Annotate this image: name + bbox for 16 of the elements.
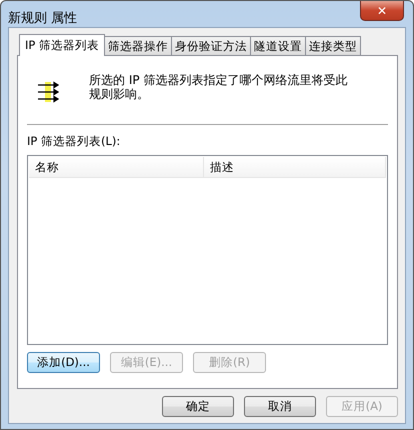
button[interactable]: 确定 xyxy=(162,396,234,417)
column-header[interactable]: 描述 xyxy=(204,157,386,177)
tab[interactable]: 筛选器操作 xyxy=(104,36,172,55)
window-title: 新规则 属性 xyxy=(8,10,78,27)
tab[interactable]: IP 筛选器列表 xyxy=(19,34,105,56)
button[interactable]: 取消 xyxy=(244,396,316,417)
tab[interactable]: 连接类型 xyxy=(304,36,361,55)
column-header[interactable]: 名称 xyxy=(29,157,204,177)
filter-list[interactable]: 名称 描述 xyxy=(27,155,388,345)
close-button[interactable]: ✕ xyxy=(360,1,404,21)
tab[interactable]: 身份验证方法 xyxy=(170,36,251,55)
filter-list-icon xyxy=(37,81,59,103)
tab[interactable]: 隧道设置 xyxy=(250,36,306,55)
list-label: IP 筛选器列表(L): xyxy=(27,134,122,149)
description-text: 所选的 IP 筛选器列表指定了哪个网络流里将受此规则影响。 xyxy=(89,73,348,101)
button[interactable]: 添加(D)... xyxy=(27,352,100,373)
